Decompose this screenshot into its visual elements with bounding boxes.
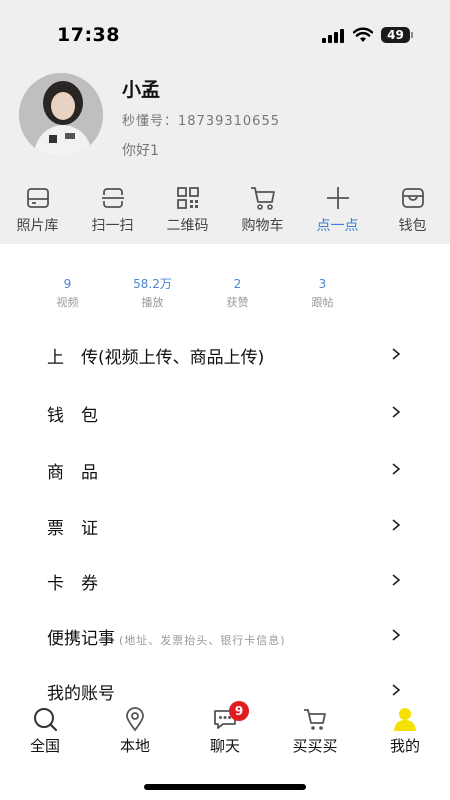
shortcut-photo-library[interactable]: 照片库 (0, 184, 75, 238)
profile-name: 小孟 (122, 79, 161, 101)
shortcut-label: 扫一扫 (91, 218, 134, 234)
stat-value: 9 (63, 277, 72, 291)
stat-videos[interactable]: 9 视频 (25, 276, 110, 310)
menu-item-note: (地址、发票抬头、银行卡信息) (119, 634, 286, 647)
menu-item-upload[interactable]: 上 传(视频上传、商品上传) (0, 329, 450, 379)
stat-plays[interactable]: 58.2万 播放 (110, 276, 195, 310)
shortcut-click[interactable]: 点一点 (300, 184, 375, 238)
menu-item-label: 商 品 (47, 463, 98, 483)
stat-likes[interactable]: 2 获赞 (195, 276, 280, 310)
shortcut-qr-code[interactable]: 二维码 (150, 184, 225, 238)
menu-item-label: 我的账号 (47, 684, 115, 704)
tab-mine[interactable]: 我的 (360, 704, 450, 760)
menu-item-label: 卡 券 (47, 574, 98, 594)
shortcut-shopping-cart[interactable]: 购物车 (225, 184, 300, 238)
tab-label: 买买买 (292, 737, 338, 755)
menu-item-coupons[interactable]: 卡 券 (0, 555, 450, 605)
tab-label: 本地 (119, 737, 150, 755)
stat-label: 获赞 (226, 296, 249, 309)
chevron-right-icon (392, 684, 401, 696)
tab-local[interactable]: 本地 (90, 704, 180, 760)
scan-icon (101, 188, 124, 208)
search-icon (34, 708, 58, 732)
cellular-signal-icon (322, 29, 346, 43)
stats-row: 9 视频 58.2万 播放 2 获赞 3 跟帖 (25, 276, 385, 310)
shortcut-label: 钱包 (398, 218, 427, 234)
person-icon (394, 708, 416, 731)
menu-item-label: 便携记事 (地址、发票抬头、银行卡信息) (47, 624, 286, 649)
menu-item-label: 钱 包 (47, 406, 98, 426)
menu-item-products[interactable]: 商 品 (0, 444, 450, 494)
menu-item-label-text: 便携记事 (47, 629, 115, 649)
shortcut-scan[interactable]: 扫一扫 (75, 184, 150, 238)
photo-library-icon (26, 188, 49, 208)
chevron-right-icon (392, 406, 401, 418)
chat-unread-badge: 9 (229, 701, 249, 721)
status-time: 17:38 (57, 24, 120, 46)
chevron-right-icon (392, 574, 401, 586)
tab-label: 全国 (29, 737, 60, 755)
location-pin-icon (126, 707, 144, 732)
menu-item-label: 上 传(视频上传、商品上传) (47, 348, 265, 368)
battery-tip (411, 32, 413, 38)
profile-bio: 你好1 (122, 143, 159, 159)
stat-label: 视频 (56, 296, 79, 309)
shortcut-label: 购物车 (241, 218, 284, 234)
qr-code-icon (176, 187, 199, 209)
avatar-image (19, 73, 103, 157)
stat-label: 播放 (141, 296, 164, 309)
menu-item-tickets[interactable]: 票 证 (0, 500, 450, 550)
stat-value: 2 (233, 277, 242, 291)
cart-icon (304, 709, 326, 730)
stat-value: 3 (318, 277, 327, 291)
tab-nationwide[interactable]: 全国 (0, 704, 90, 760)
shopping-cart-icon (250, 187, 275, 210)
stat-value: 58.2万 (133, 277, 172, 291)
tab-chat[interactable]: 聊天 (180, 704, 270, 760)
chevron-right-icon (392, 629, 401, 641)
wifi-icon (353, 27, 373, 42)
shortcut-wallet[interactable]: 钱包 (375, 184, 450, 238)
menu-item-wallet[interactable]: 钱 包 (0, 387, 450, 437)
plus-icon (326, 187, 349, 209)
profile-id: 秒懂号：18739310655 (122, 114, 280, 129)
tab-label: 聊天 (209, 737, 240, 755)
shortcut-label: 照片库 (16, 218, 59, 234)
chevron-right-icon (392, 519, 401, 531)
status-bar: 17:38 49 (0, 0, 450, 70)
stat-label: 跟帖 (311, 296, 334, 309)
stat-follow-posts[interactable]: 3 跟帖 (280, 276, 365, 310)
battery-indicator: 49 (381, 27, 410, 43)
menu-item-notes[interactable]: 便携记事 (地址、发票抬头、银行卡信息) (0, 610, 450, 660)
menu-item-label: 票 证 (47, 519, 98, 539)
tab-shop[interactable]: 买买买 (270, 704, 360, 760)
avatar[interactable] (19, 73, 103, 157)
shortcut-row: 照片库 扫一扫 二维码 购物车 点一点 钱包 (0, 184, 450, 238)
wallet-icon (401, 188, 424, 208)
shortcut-label: 二维码 (166, 218, 209, 234)
shortcut-label: 点一点 (316, 218, 359, 234)
chevron-right-icon (392, 463, 401, 475)
bottom-tab-bar: 全国 本地 聊天 买买买 我的 (0, 704, 450, 760)
chevron-right-icon (392, 348, 401, 360)
tab-label: 我的 (389, 737, 420, 755)
home-indicator[interactable] (144, 784, 306, 790)
